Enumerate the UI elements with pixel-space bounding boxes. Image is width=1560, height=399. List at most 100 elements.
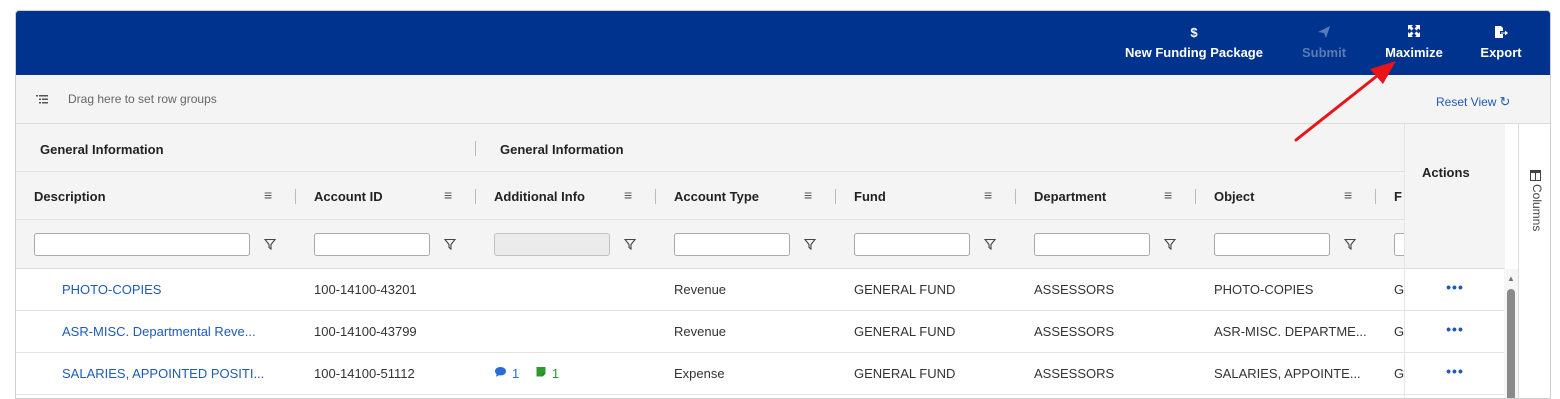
column-menu-icon[interactable]: ≡	[984, 187, 992, 203]
actions-column: Actions ••• ••• •••	[1404, 124, 1505, 398]
column-group-header: General Information	[16, 124, 476, 172]
department-cell: ASSESSORS	[1034, 282, 1115, 297]
column-header-label: Additional Info	[494, 189, 585, 204]
app-frame: $ New Funding Package Submit Maximize Ex…	[15, 10, 1551, 399]
new-funding-package-button[interactable]: $ New Funding Package	[1124, 25, 1264, 65]
filter-icon[interactable]	[803, 237, 817, 251]
maximize-button[interactable]: Maximize	[1379, 25, 1449, 65]
filter-icon[interactable]	[1343, 237, 1357, 251]
reset-view-button[interactable]: Reset View ↻	[1436, 94, 1510, 110]
description-link[interactable]: ASR-MISC. Departmental Reve...	[62, 311, 272, 353]
row-group-hint: Drag here to set row groups	[68, 92, 217, 106]
actions-header-label: Actions	[1422, 165, 1470, 180]
filter-icon[interactable]	[623, 237, 637, 251]
filter-icon[interactable]	[1163, 237, 1177, 251]
row-actions-button[interactable]: •••	[1405, 353, 1505, 395]
department-cell: ASSESSORS	[1034, 366, 1115, 381]
columns-tab-label: Columns	[1530, 184, 1544, 232]
account-type-cell: Revenue	[674, 324, 727, 339]
row-actions-button[interactable]: •••	[1405, 269, 1505, 311]
column-header-department[interactable]: Department ≡	[1016, 172, 1196, 220]
column-group-label: General Information	[40, 142, 164, 157]
column-menu-icon[interactable]: ≡	[1164, 187, 1172, 203]
column-header-additional-info[interactable]: Additional Info ≡	[476, 172, 656, 220]
table-row[interactable]: PHOTO-COPIES 100-14100-43201 Revenue GEN…	[16, 269, 1406, 311]
column-header-row: Description ≡ Account ID ≡ Additional In…	[16, 172, 1406, 220]
fund-filter-input[interactable]	[854, 233, 970, 256]
new-funding-package-label: New Funding Package	[1125, 45, 1263, 60]
description-link[interactable]: SALARIES, APPOINTED POSITI...	[62, 353, 272, 395]
row-actions-button[interactable]: •••	[1405, 311, 1505, 353]
column-menu-icon[interactable]: ≡	[1344, 187, 1352, 203]
column-header-label: Object	[1214, 189, 1255, 204]
comment-count-badge[interactable]: 1	[494, 353, 519, 395]
columns-icon	[1530, 168, 1541, 181]
maximize-icon	[1379, 25, 1449, 41]
grid-body: PHOTO-COPIES 100-14100-43201 Revenue GEN…	[16, 269, 1406, 395]
comment-count: 1	[512, 366, 520, 381]
filter-cell-fund	[836, 220, 1016, 269]
column-header-label: Department	[1034, 189, 1107, 204]
column-header-label: Description	[34, 189, 106, 204]
column-header-label: Account ID	[314, 189, 383, 204]
export-button[interactable]: Export	[1474, 25, 1528, 65]
column-header-fund[interactable]: Fund ≡	[836, 172, 1016, 220]
account-id-cell: 100-14100-43799	[314, 324, 417, 339]
columns-panel-tab[interactable]: Columns	[1519, 164, 1550, 254]
account-id-filter-input[interactable]	[314, 233, 430, 256]
submit-button[interactable]: Submit	[1296, 25, 1352, 65]
dollar-icon: $	[1190, 25, 1198, 40]
comment-icon	[494, 353, 507, 395]
description-link[interactable]: PHOTO-COPIES	[62, 269, 272, 311]
maximize-label: Maximize	[1385, 45, 1443, 60]
filter-icon[interactable]	[983, 237, 997, 251]
note-count: 1	[551, 366, 560, 381]
description-filter-input[interactable]	[34, 233, 250, 256]
fund-cell: GENERAL FUND	[854, 282, 956, 297]
department-cell: ASSESSORS	[1034, 324, 1115, 339]
row-group-drop-zone[interactable]: Drag here to set row groups Reset View ↻	[16, 75, 1550, 124]
account-id-cell: 100-14100-51112	[314, 366, 415, 381]
account-type-filter-input[interactable]	[674, 233, 790, 256]
filter-row	[16, 220, 1406, 269]
column-header-account-id[interactable]: Account ID ≡	[296, 172, 476, 220]
submit-label: Submit	[1301, 45, 1347, 60]
filter-cell-department	[1016, 220, 1196, 269]
filter-cell-account-id	[296, 220, 476, 269]
fund-cell: GENERAL FUND	[854, 366, 956, 381]
column-header-label: F	[1394, 189, 1402, 204]
additional-info-cell: 1 1	[494, 353, 654, 395]
column-menu-icon[interactable]: ≡	[264, 187, 272, 203]
top-toolbar: $ New Funding Package Submit Maximize Ex…	[16, 11, 1550, 75]
column-menu-icon[interactable]: ≡	[804, 187, 812, 203]
column-header-label: Account Type	[674, 189, 759, 204]
filter-cell-truncated	[1376, 220, 1406, 269]
table-row[interactable]: ASR-MISC. Departmental Reve... 100-14100…	[16, 311, 1406, 353]
filter-cell-object	[1196, 220, 1376, 269]
filter-icon[interactable]	[263, 237, 277, 251]
scroll-up-arrow-icon[interactable]: ▲	[1507, 274, 1515, 283]
data-grid: General Information General Information …	[16, 124, 1518, 398]
filter-cell-additional-info	[476, 220, 656, 269]
table-row[interactable]: SALARIES, APPOINTED POSITI... 100-14100-…	[16, 353, 1406, 395]
column-header-truncated[interactable]: F	[1376, 172, 1406, 220]
column-menu-icon[interactable]: ≡	[624, 187, 632, 203]
note-count-badge[interactable]: 1	[535, 353, 559, 395]
vertical-scrollbar[interactable]: ▲	[1504, 269, 1518, 398]
actions-header: Actions	[1405, 124, 1505, 269]
additional-info-cell	[494, 311, 654, 353]
column-header-account-type[interactable]: Account Type ≡	[656, 172, 836, 220]
account-type-cell: Expense	[674, 366, 725, 381]
additional-info-filter-input[interactable]	[494, 233, 610, 256]
filter-icon[interactable]	[443, 237, 457, 251]
note-icon	[535, 353, 547, 395]
column-menu-icon[interactable]: ≡	[444, 187, 452, 203]
fund-cell: GENERAL FUND	[854, 324, 956, 339]
scroll-thumb[interactable]	[1507, 289, 1515, 398]
object-filter-input[interactable]	[1214, 233, 1330, 256]
column-header-object[interactable]: Object ≡	[1196, 172, 1376, 220]
department-filter-input[interactable]	[1034, 233, 1150, 256]
column-header-description[interactable]: Description ≡	[16, 172, 296, 220]
additional-info-cell	[494, 269, 654, 311]
column-group-label: General Information	[500, 142, 624, 157]
